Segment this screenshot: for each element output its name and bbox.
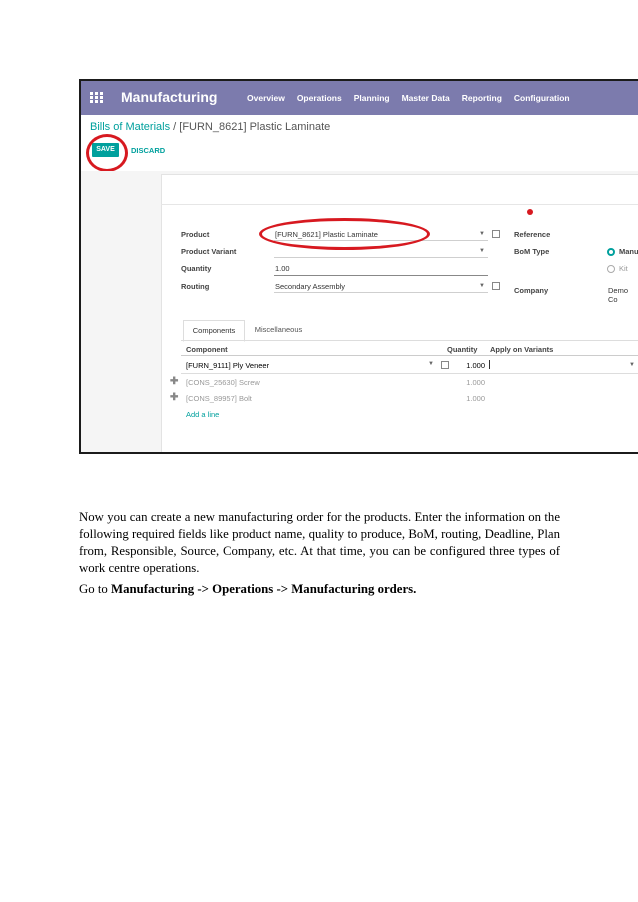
breadcrumb-separator: /: [173, 121, 177, 133]
save-highlight-annotation: [86, 134, 128, 172]
variants-dropdown-icon[interactable]: ▼: [629, 362, 635, 368]
top-navbar: Manufacturing Overview Operations Planni…: [81, 81, 638, 115]
table-header-divider: [181, 355, 638, 356]
quantity-cell[interactable]: 1.000: [181, 394, 485, 403]
column-header-apply-on-variants: Apply on Variants: [490, 345, 554, 354]
menu-configuration[interactable]: Configuration: [514, 93, 570, 103]
company-label: Company: [514, 286, 549, 295]
quantity-field-underline: [274, 275, 488, 276]
column-header-quantity: Quantity: [447, 345, 478, 354]
company-input[interactable]: Demo Co: [608, 286, 638, 304]
bom-type-kit-radio[interactable]: [607, 265, 615, 273]
discard-button[interactable]: DISCARD: [131, 146, 165, 155]
menu-operations[interactable]: Operations: [297, 93, 342, 103]
product-highlight-annotation: [259, 218, 430, 250]
bom-type-label: BoM Type: [514, 247, 550, 256]
reference-label: Reference: [514, 230, 551, 239]
body-paragraph: Now you can create a new manufacturing o…: [79, 510, 560, 575]
main-menu: Overview Operations Planning Master Data…: [247, 93, 582, 103]
tab-miscellaneous[interactable]: Miscellaneous: [246, 320, 311, 340]
navigation-instruction: Go to Manufacturing -> Operations -> Man…: [79, 582, 416, 597]
app-title: Manufacturing: [121, 89, 218, 105]
text-cursor: [489, 360, 490, 369]
routing-field-underline: [274, 292, 488, 293]
breadcrumb: Bills of Materials / [FURN_8621] Plastic…: [90, 121, 330, 133]
drag-handle-icon[interactable]: ✚: [170, 376, 178, 387]
menu-reporting[interactable]: Reporting: [462, 93, 502, 103]
quantity-cell[interactable]: 1.000: [181, 378, 485, 387]
bom-type-manufacture-radio[interactable]: [607, 248, 615, 256]
table-row[interactable]: ✚ [CONS_25630] Screw 1.000: [170, 374, 638, 390]
variant-field-underline: [274, 257, 488, 258]
menu-planning[interactable]: Planning: [354, 93, 390, 103]
sheet-header-divider: [161, 204, 638, 205]
goto-path: Manufacturing -> Operations -> Manufactu…: [111, 582, 417, 596]
product-dropdown-icon[interactable]: ▼: [479, 231, 485, 237]
apps-grid-icon[interactable]: [90, 92, 103, 103]
external-link-icon[interactable]: [492, 230, 500, 238]
menu-master-data[interactable]: Master Data: [402, 93, 450, 103]
routing-label: Routing: [181, 282, 210, 291]
goto-prefix: Go to: [79, 582, 108, 596]
product-label: Product: [181, 230, 210, 239]
bom-type-manufacture-label: Manu: [619, 247, 638, 256]
table-row[interactable]: [FURN_9111] Ply Veneer ▼ 1.000 ▼: [181, 357, 638, 374]
bom-type-kit-label: Kit: [619, 264, 628, 273]
status-indicator-icon: [527, 209, 533, 215]
tabs-divider: [181, 340, 638, 341]
routing-external-link-icon[interactable]: [492, 282, 500, 290]
tab-components[interactable]: Components: [183, 320, 245, 342]
quantity-cell[interactable]: 1.000: [181, 361, 485, 370]
column-header-component: Component: [186, 345, 228, 354]
odoo-screenshot: Manufacturing Overview Operations Planni…: [79, 79, 638, 454]
routing-input[interactable]: Secondary Assembly: [275, 282, 345, 291]
drag-handle-icon[interactable]: ✚: [170, 392, 178, 403]
form-sheet: [161, 174, 638, 452]
menu-overview[interactable]: Overview: [247, 93, 285, 103]
routing-dropdown-icon[interactable]: ▼: [479, 283, 485, 289]
product-variant-label: Product Variant: [181, 247, 237, 256]
quantity-input[interactable]: 1.00: [275, 264, 290, 273]
breadcrumb-current: [FURN_8621] Plastic Laminate: [179, 121, 331, 133]
variant-dropdown-icon[interactable]: ▼: [479, 248, 485, 254]
table-row[interactable]: ✚ [CONS_89957] Bolt 1.000: [170, 390, 638, 406]
breadcrumb-parent[interactable]: Bills of Materials: [90, 121, 170, 133]
add-line-link[interactable]: Add a line: [186, 410, 219, 419]
quantity-label: Quantity: [181, 264, 212, 273]
